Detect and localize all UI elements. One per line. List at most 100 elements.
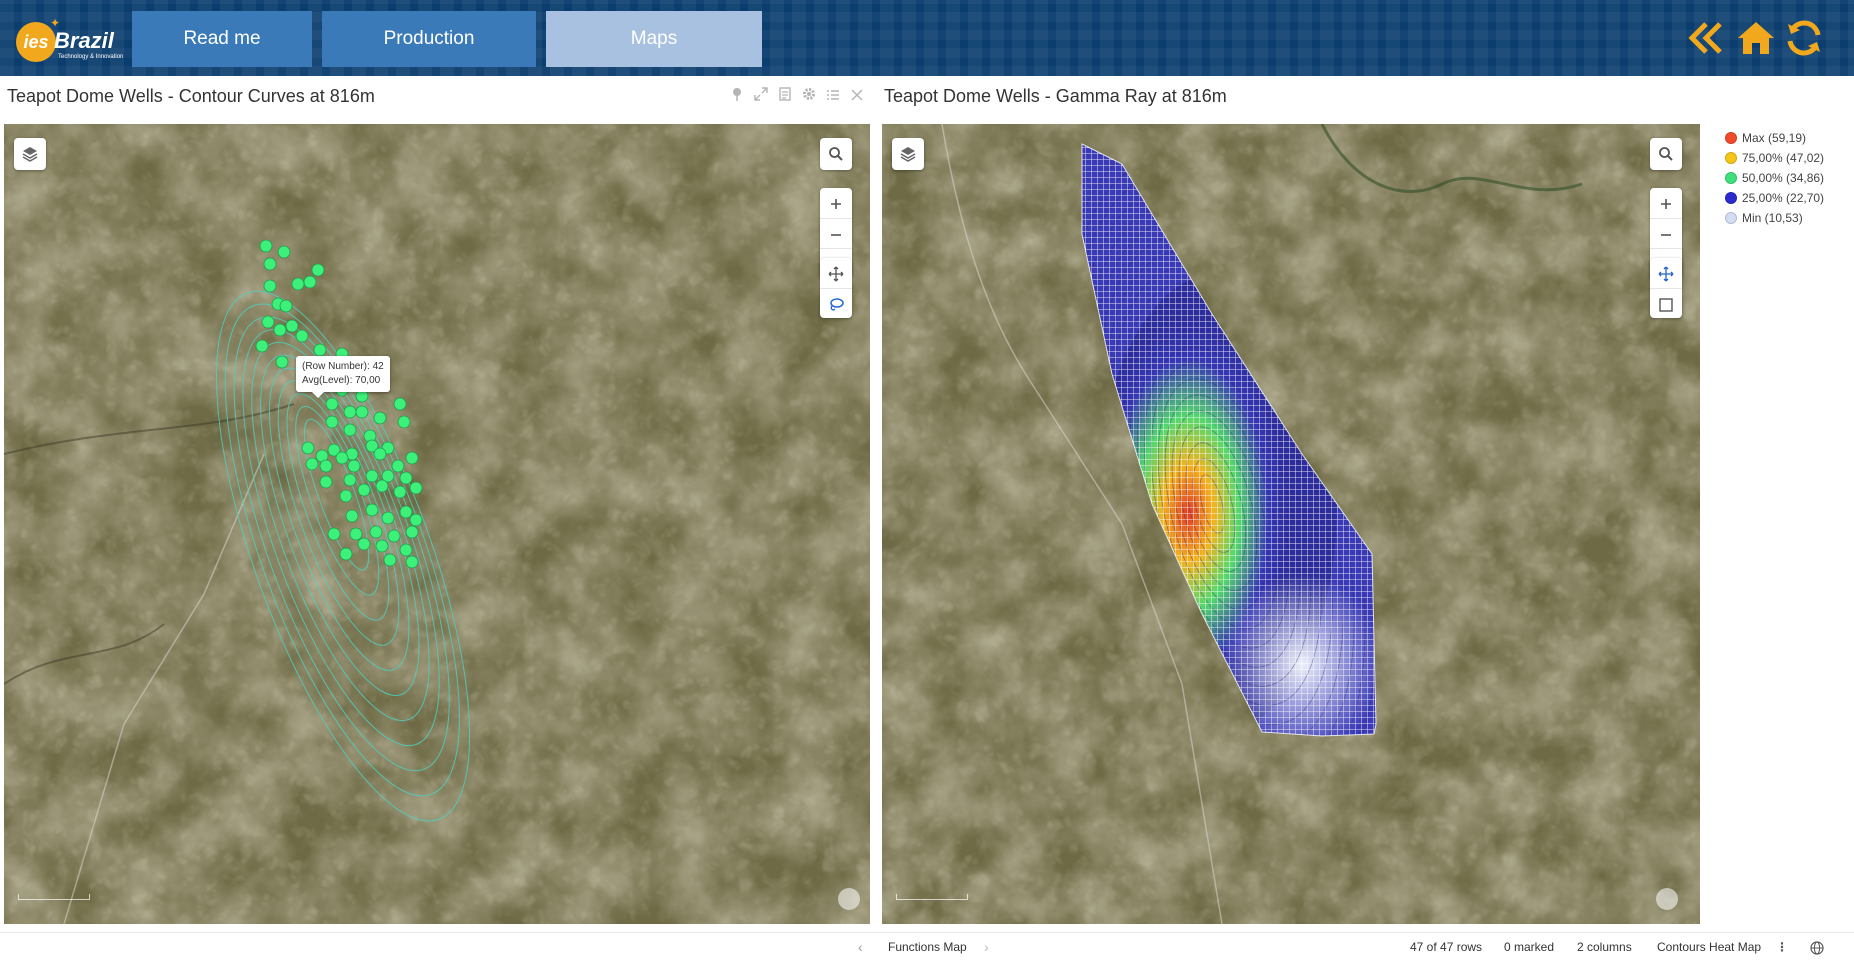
well-marker — [399, 505, 413, 519]
legend-item-max[interactable]: Max (59,19) — [1722, 128, 1850, 148]
rewind-icon[interactable] — [1686, 18, 1730, 58]
attribution-icon-right[interactable] — [1656, 888, 1678, 910]
well-marker — [357, 483, 371, 497]
home-icon[interactable] — [1734, 18, 1778, 58]
pan-tool-button[interactable] — [820, 258, 852, 288]
settings-icon[interactable] — [800, 86, 818, 106]
tab-read-me[interactable]: Read me — [132, 11, 312, 67]
map-scale-bar — [18, 894, 90, 900]
well-marker — [383, 553, 397, 567]
well-marker — [365, 503, 379, 517]
tooltip-avg-level: Avg(Level): 70,00 — [302, 375, 381, 386]
pin-icon[interactable] — [728, 86, 746, 106]
status-bar: ‹ Functions Map › 47 of 47 rows 0 marked… — [0, 932, 1854, 960]
tab-production[interactable]: Production — [322, 11, 536, 67]
page-navigation — [1686, 18, 1836, 58]
well-marker — [319, 475, 333, 489]
gamma-ray-heat-map[interactable] — [882, 124, 1700, 924]
expand-icon[interactable] — [752, 86, 770, 106]
close-icon[interactable] — [848, 86, 866, 106]
well-marker — [263, 257, 277, 271]
tab-maps[interactable]: Maps — [546, 11, 762, 67]
ies-brazil-logo: ies ✦ Brazil Technology & Innovation — [14, 14, 126, 62]
zoom-out-button-right[interactable] — [1650, 218, 1682, 248]
current-page-name[interactable]: Functions Map — [888, 933, 967, 961]
well-marker — [339, 489, 353, 503]
zoom-out-button[interactable] — [820, 218, 852, 248]
legend-item-min[interactable]: Min (10,53) — [1722, 208, 1850, 228]
search-icon — [829, 147, 843, 161]
map-search-button-right[interactable] — [1650, 138, 1682, 170]
lasso-tool-button[interactable] — [820, 288, 852, 318]
well-marker — [275, 355, 289, 369]
well-marker — [373, 447, 387, 461]
app-header: ies ✦ Brazil Technology & Innovation Rea… — [0, 0, 1854, 76]
well-marker — [355, 405, 369, 419]
prev-page-icon[interactable]: ‹ — [858, 933, 863, 961]
next-page-icon[interactable]: › — [984, 933, 989, 961]
legend-item-75[interactable]: 75,00% (47,02) — [1722, 148, 1850, 168]
well-marker — [345, 509, 359, 523]
well-marker — [303, 275, 317, 289]
zoom-in-button[interactable] — [820, 188, 852, 218]
well-marker — [405, 525, 419, 539]
well-marker — [375, 539, 389, 553]
pan-tool-button-right[interactable] — [1650, 258, 1682, 288]
minus-icon — [831, 234, 841, 236]
logo-brand: Brazil — [54, 28, 114, 53]
layers-icon — [22, 147, 38, 162]
left-panel-title: Teapot Dome Wells - Contour Curves at 81… — [7, 86, 375, 106]
well-marker — [381, 511, 395, 525]
rectangle-select-icon — [1659, 298, 1673, 312]
well-marker — [319, 459, 333, 473]
legend-item-25[interactable]: 25,00% (22,70) — [1722, 188, 1850, 208]
list-icon[interactable] — [824, 86, 842, 106]
well-marker — [349, 527, 363, 541]
well-marker — [369, 525, 383, 539]
well-marker — [365, 469, 379, 483]
map-search-button[interactable] — [820, 138, 852, 170]
well-marker — [305, 457, 319, 471]
well-marker — [255, 339, 269, 353]
layers-button-right[interactable] — [892, 138, 924, 170]
well-marker — [399, 471, 413, 485]
well-marker — [313, 343, 327, 357]
logo-tagline: Technology & Innovation — [58, 54, 124, 60]
legend-item-50[interactable]: 50,00% (34,86) — [1722, 168, 1850, 188]
minus-icon — [1661, 234, 1671, 236]
well-marker — [279, 299, 293, 313]
search-icon — [1659, 147, 1673, 161]
legend-dot — [1725, 132, 1737, 144]
layers-button[interactable] — [14, 138, 46, 170]
plus-icon — [1661, 199, 1671, 209]
well-marker — [295, 329, 309, 343]
move-icon — [1658, 266, 1674, 282]
globe-icon[interactable] — [1810, 933, 1824, 961]
refresh-icon[interactable] — [1782, 18, 1826, 58]
well-marker — [273, 323, 287, 337]
well-marker — [387, 529, 401, 543]
well-marker — [393, 485, 407, 499]
contour-map[interactable]: (Row Number): 42 Avg(Level): 70,00 — [4, 124, 870, 924]
well-marker — [285, 319, 299, 333]
selection-tools-right — [1650, 258, 1682, 318]
legend-dot — [1725, 212, 1737, 224]
zoom-in-button-right[interactable] — [1650, 188, 1682, 218]
well-marker — [405, 555, 419, 569]
plus-icon — [831, 199, 841, 209]
rectangle-select-button[interactable] — [1650, 288, 1682, 318]
well-marker — [259, 239, 273, 253]
attribution-icon[interactable] — [838, 888, 860, 910]
well-marker — [335, 451, 349, 465]
well-marker — [399, 543, 413, 557]
more-options-icon[interactable]: ⋮ — [1776, 933, 1788, 961]
legend-dot — [1725, 192, 1737, 204]
legend-dot — [1725, 152, 1737, 164]
notes-icon[interactable] — [776, 86, 794, 106]
well-marker — [373, 411, 387, 425]
well-marker — [325, 397, 339, 411]
well-marker — [301, 441, 315, 455]
column-count: 2 columns — [1577, 940, 1632, 954]
lasso-icon — [830, 298, 844, 311]
well-marker — [311, 263, 325, 277]
